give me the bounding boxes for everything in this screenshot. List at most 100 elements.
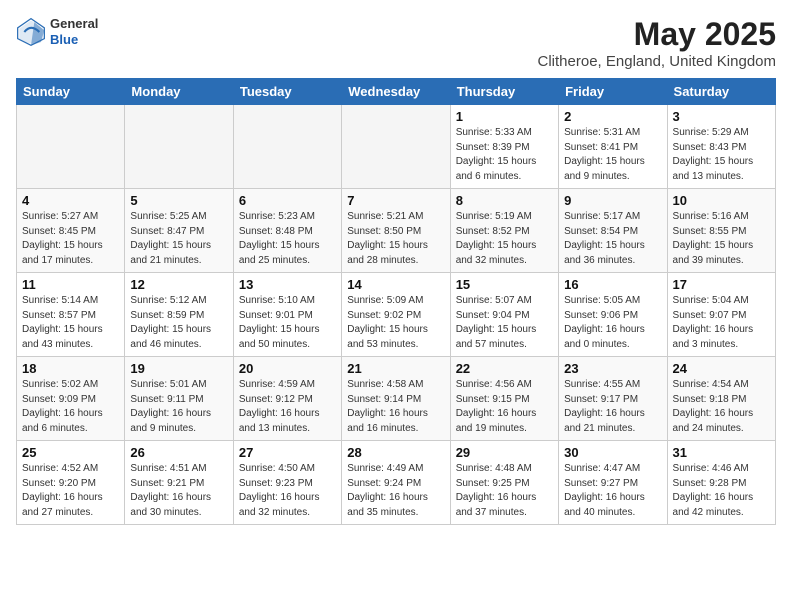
day-number: 3 — [673, 109, 770, 124]
day-detail: Sunrise: 5:21 AMSunset: 8:50 PMDaylight:… — [347, 210, 444, 268]
calendar-day: 23 Sunrise: 4:55 AMSunset: 9:17 PMDayligh… — [559, 357, 667, 441]
calendar-day: 21Sunrise: 4:58 AMSunset: 9:14 PMDayligh… — [342, 357, 450, 441]
page-header: General Blue May 2025 Clitheroe, England… — [16, 16, 776, 70]
day-number: 23 — [564, 361, 661, 376]
day-number: 14 — [347, 277, 444, 292]
day-detail: Sunrise: 5:25 AMSunset: 8:47 PMDaylight:… — [130, 210, 227, 268]
calendar-day: 17 Sunrise: 5:04 AMSunset: 9:07 PMDayligh… — [667, 273, 775, 357]
calendar-day: 8 Sunrise: 5:19 AMSunset: 8:52 PMDaylight… — [450, 189, 558, 273]
day-detail: Sunrise: 5:31 AMSunset: 8:41 PMDaylight:… — [564, 126, 661, 184]
day-number: 25 — [22, 445, 119, 460]
day-number: 11 — [22, 277, 119, 292]
logo-icon — [16, 17, 46, 47]
col-header-tuesday: Tuesday — [233, 79, 341, 105]
col-header-sunday: Sunday — [17, 79, 125, 105]
day-detail: Sunrise: 4:58 AMSunset: 9:14 PMDaylight:… — [347, 378, 444, 436]
col-header-saturday: Saturday — [667, 79, 775, 105]
calendar-day: 19 Sunrise: 5:01 AMSunset: 9:11 PMDayligh… — [125, 357, 233, 441]
calendar-day: 1Sunrise: 5:33 AMSunset: 8:39 PMDaylight… — [450, 105, 558, 189]
calendar-day: 22 Sunrise: 4:56 AMSunset: 9:15 PMDayligh… — [450, 357, 558, 441]
calendar-table: SundayMondayTuesdayWednesdayThursdayFrid… — [16, 78, 776, 525]
day-detail: Sunrise: 5:17 AMSunset: 8:54 PMDaylight:… — [564, 210, 661, 268]
day-number: 30 — [564, 445, 661, 460]
day-number: 16 — [564, 277, 661, 292]
calendar-day: 7 Sunrise: 5:21 AMSunset: 8:50 PMDaylight… — [342, 189, 450, 273]
day-number: 15 — [456, 277, 553, 292]
day-number: 20 — [239, 361, 336, 376]
calendar-day: 30 Sunrise: 4:47 AMSunset: 9:27 PMDayligh… — [559, 441, 667, 525]
calendar-day: 31Sunrise: 4:46 AMSunset: 9:28 PMDayligh… — [667, 441, 775, 525]
calendar-day: 6Sunrise: 5:23 AMSunset: 8:48 PMDaylight… — [233, 189, 341, 273]
logo-general-text: General — [50, 16, 98, 32]
month-title: May 2025 — [538, 16, 776, 53]
calendar-header-row: SundayMondayTuesdayWednesdayThursdayFrid… — [17, 79, 776, 105]
day-detail: Sunrise: 5:16 AMSunset: 8:55 PMDaylight:… — [673, 210, 770, 268]
logo: General Blue — [16, 16, 98, 47]
calendar-day: 11 Sunrise: 5:14 AMSunset: 8:57 PMDayligh… — [17, 273, 125, 357]
day-detail: Sunrise: 5:12 AMSunset: 8:59 PMDaylight:… — [130, 294, 227, 352]
day-detail: Sunrise: 4:49 AMSunset: 9:24 PMDaylight:… — [347, 462, 444, 520]
calendar-week-5: 25Sunrise: 4:52 AMSunset: 9:20 PMDayligh… — [17, 441, 776, 525]
day-number: 29 — [456, 445, 553, 460]
calendar-week-4: 18Sunrise: 5:02 AMSunset: 9:09 PMDayligh… — [17, 357, 776, 441]
calendar-day: 13Sunrise: 5:10 AMSunset: 9:01 PMDayligh… — [233, 273, 341, 357]
day-detail: Sunrise: 5:19 AMSunset: 8:52 PMDaylight:… — [456, 210, 553, 268]
calendar-day: 3 Sunrise: 5:29 AMSunset: 8:43 PMDaylight… — [667, 105, 775, 189]
day-detail: Sunrise: 5:01 AMSunset: 9:11 PMDaylight:… — [130, 378, 227, 436]
calendar-day: 15Sunrise: 5:07 AMSunset: 9:04 PMDayligh… — [450, 273, 558, 357]
day-number: 4 — [22, 193, 119, 208]
day-number: 10 — [673, 193, 770, 208]
day-number: 24 — [673, 361, 770, 376]
calendar-week-2: 4Sunrise: 5:27 AMSunset: 8:45 PMDaylight… — [17, 189, 776, 273]
day-number: 2 — [564, 109, 661, 124]
day-number: 7 — [347, 193, 444, 208]
calendar-day — [17, 105, 125, 189]
calendar-day: 10 Sunrise: 5:16 AMSunset: 8:55 PMDayligh… — [667, 189, 775, 273]
day-detail: Sunrise: 4:50 AMSunset: 9:23 PMDaylight:… — [239, 462, 336, 520]
day-number: 18 — [22, 361, 119, 376]
calendar-day: 14 Sunrise: 5:09 AMSunset: 9:02 PMDayligh… — [342, 273, 450, 357]
day-detail: Sunrise: 5:29 AMSunset: 8:43 PMDaylight:… — [673, 126, 770, 184]
calendar-day: 29 Sunrise: 4:48 AMSunset: 9:25 PMDayligh… — [450, 441, 558, 525]
calendar-day: 25Sunrise: 4:52 AMSunset: 9:20 PMDayligh… — [17, 441, 125, 525]
col-header-thursday: Thursday — [450, 79, 558, 105]
day-number: 17 — [673, 277, 770, 292]
day-number: 5 — [130, 193, 227, 208]
calendar-week-3: 11 Sunrise: 5:14 AMSunset: 8:57 PMDayligh… — [17, 273, 776, 357]
calendar-day: 4Sunrise: 5:27 AMSunset: 8:45 PMDaylight… — [17, 189, 125, 273]
day-detail: Sunrise: 5:10 AMSunset: 9:01 PMDaylight:… — [239, 294, 336, 352]
day-number: 8 — [456, 193, 553, 208]
title-block: May 2025 Clitheroe, England, United King… — [538, 16, 776, 70]
day-number: 31 — [673, 445, 770, 460]
day-detail: Sunrise: 4:55 AMSunset: 9:17 PMDaylight:… — [564, 378, 661, 436]
day-number: 12 — [130, 277, 227, 292]
day-detail: Sunrise: 4:51 AMSunset: 9:21 PMDaylight:… — [130, 462, 227, 520]
day-detail: Sunrise: 4:59 AMSunset: 9:12 PMDaylight:… — [239, 378, 336, 436]
location: Clitheroe, England, United Kingdom — [538, 53, 776, 70]
day-detail: Sunrise: 5:09 AMSunset: 9:02 PMDaylight:… — [347, 294, 444, 352]
day-detail: Sunrise: 5:14 AMSunset: 8:57 PMDaylight:… — [22, 294, 119, 352]
day-detail: Sunrise: 4:56 AMSunset: 9:15 PMDaylight:… — [456, 378, 553, 436]
day-number: 19 — [130, 361, 227, 376]
calendar-day — [233, 105, 341, 189]
calendar-day: 18Sunrise: 5:02 AMSunset: 9:09 PMDayligh… — [17, 357, 125, 441]
day-detail: Sunrise: 4:54 AMSunset: 9:18 PMDaylight:… — [673, 378, 770, 436]
calendar-day: 16 Sunrise: 5:05 AMSunset: 9:06 PMDayligh… — [559, 273, 667, 357]
calendar-day — [342, 105, 450, 189]
logo-text: General Blue — [50, 16, 98, 47]
day-number: 22 — [456, 361, 553, 376]
day-detail: Sunrise: 5:23 AMSunset: 8:48 PMDaylight:… — [239, 210, 336, 268]
day-detail: Sunrise: 4:48 AMSunset: 9:25 PMDaylight:… — [456, 462, 553, 520]
day-detail: Sunrise: 5:04 AMSunset: 9:07 PMDaylight:… — [673, 294, 770, 352]
calendar-day: 5 Sunrise: 5:25 AMSunset: 8:47 PMDaylight… — [125, 189, 233, 273]
day-detail: Sunrise: 4:47 AMSunset: 9:27 PMDaylight:… — [564, 462, 661, 520]
day-detail: Sunrise: 5:05 AMSunset: 9:06 PMDaylight:… — [564, 294, 661, 352]
day-detail: Sunrise: 5:33 AMSunset: 8:39 PMDaylight:… — [456, 126, 553, 184]
calendar-week-1: 1Sunrise: 5:33 AMSunset: 8:39 PMDaylight… — [17, 105, 776, 189]
day-number: 9 — [564, 193, 661, 208]
col-header-monday: Monday — [125, 79, 233, 105]
calendar-day: 28Sunrise: 4:49 AMSunset: 9:24 PMDayligh… — [342, 441, 450, 525]
calendar-day: 2 Sunrise: 5:31 AMSunset: 8:41 PMDaylight… — [559, 105, 667, 189]
calendar-day: 20 Sunrise: 4:59 AMSunset: 9:12 PMDayligh… — [233, 357, 341, 441]
calendar-day: 27Sunrise: 4:50 AMSunset: 9:23 PMDayligh… — [233, 441, 341, 525]
